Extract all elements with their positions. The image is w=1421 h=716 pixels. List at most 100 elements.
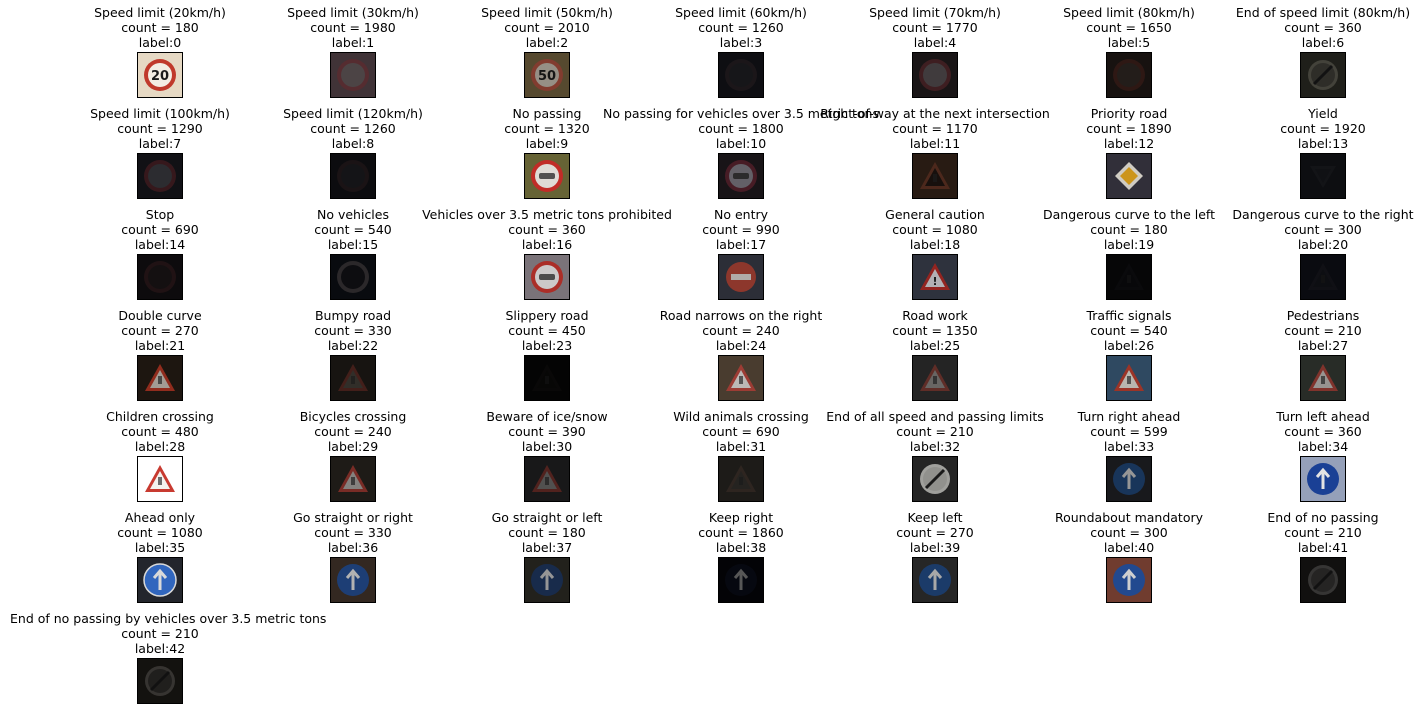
sign-thumbnail bbox=[912, 355, 958, 401]
straight-or-right-sign-icon bbox=[331, 558, 375, 602]
sign-class-count: count = 210 bbox=[1284, 525, 1362, 540]
sign-thumbnail bbox=[137, 153, 183, 199]
sign-thumbnail bbox=[1106, 52, 1152, 98]
sign-thumbnail bbox=[1300, 557, 1346, 603]
sign-class-count: count = 210 bbox=[1284, 323, 1362, 338]
sign-class-label: label:27 bbox=[1297, 338, 1349, 353]
sign-class-label: label:41 bbox=[1297, 540, 1349, 555]
sign-class-cell: End of no passing by vehicles over 3.5 m… bbox=[10, 606, 327, 707]
bicycles-crossing-sign-icon bbox=[331, 457, 375, 501]
sign-class-cell: Turn left ahead count = 360 label:34 bbox=[1173, 404, 1421, 505]
sign-class-name: End of speed limit (80km/h) bbox=[1235, 5, 1411, 20]
sign-thumbnail bbox=[912, 557, 958, 603]
keep-left-sign-icon bbox=[913, 558, 957, 602]
sign-class-cell: End of no passing count = 210 label:41 bbox=[1173, 505, 1421, 606]
right-of-way-sign-icon bbox=[913, 154, 957, 198]
sign-thumbnail bbox=[137, 456, 183, 502]
sign-thumbnail bbox=[137, 355, 183, 401]
speed-limit-sign-icon bbox=[331, 154, 375, 198]
sign-class-cell: Dangerous curve to the right count = 300 l… bbox=[1173, 202, 1421, 303]
sign-thumbnail bbox=[1106, 355, 1152, 401]
children-crossing-sign-icon bbox=[138, 457, 182, 501]
straight-or-left-sign-icon bbox=[525, 558, 569, 602]
ahead-only-sign-icon bbox=[138, 558, 182, 602]
sign-thumbnail: 20 bbox=[137, 52, 183, 98]
sign-class-name: Pedestrians bbox=[1286, 308, 1360, 323]
sign-thumbnail bbox=[912, 52, 958, 98]
sign-thumbnail bbox=[330, 153, 376, 199]
speed-limit-sign-icon bbox=[719, 53, 763, 97]
sign-thumbnail bbox=[137, 658, 183, 704]
sign-class-label: label:13 bbox=[1297, 136, 1349, 151]
sign-thumbnail bbox=[330, 355, 376, 401]
speed-limit-sign-icon bbox=[138, 154, 182, 198]
speed-limit-sign-icon: 20 bbox=[138, 53, 182, 97]
wild-animals-sign-icon bbox=[719, 457, 763, 501]
sign-class-caption: End of no passing by vehicles over 3.5 m… bbox=[10, 611, 327, 656]
sign-thumbnail bbox=[1300, 254, 1346, 300]
priority-road-sign-icon bbox=[1107, 154, 1151, 198]
sign-thumbnail bbox=[718, 153, 764, 199]
sign-thumbnail bbox=[718, 355, 764, 401]
end-of-speed-limit-sign-icon bbox=[1301, 53, 1345, 97]
road-narrows-sign-icon bbox=[719, 356, 763, 400]
sign-thumbnail bbox=[718, 52, 764, 98]
sign-thumbnail bbox=[524, 153, 570, 199]
traffic-sign-class-grid: Speed limit (20km/h) count = 180 label:0 20… bbox=[0, 0, 1421, 716]
sign-class-count: count = 360 bbox=[1284, 20, 1362, 35]
sign-thumbnail bbox=[1300, 456, 1346, 502]
roundabout-sign-icon bbox=[1107, 558, 1151, 602]
sign-thumbnail bbox=[718, 557, 764, 603]
sign-thumbnail bbox=[1106, 557, 1152, 603]
end-of-limits-sign-icon bbox=[913, 457, 957, 501]
end-of-no-passing-sign-icon bbox=[1301, 558, 1345, 602]
sign-class-count: count = 300 bbox=[1284, 222, 1362, 237]
bumpy-road-sign-icon bbox=[331, 356, 375, 400]
no-passing-sign-icon bbox=[525, 154, 569, 198]
sign-thumbnail: 50 bbox=[524, 52, 570, 98]
sign-class-count: count = 360 bbox=[1284, 424, 1362, 439]
speed-limit-sign-icon: 50 bbox=[525, 53, 569, 97]
sign-class-cell: Pedestrians count = 210 label:27 bbox=[1173, 303, 1421, 404]
no-passing-trucks-sign-icon bbox=[719, 154, 763, 198]
sign-class-caption: End of speed limit (80km/h) count = 360 la… bbox=[1173, 5, 1421, 50]
sign-class-caption: End of no passing count = 210 label:41 bbox=[1173, 510, 1421, 555]
curve-left-sign-icon bbox=[1107, 255, 1151, 299]
sign-thumbnail bbox=[1106, 153, 1152, 199]
no-vehicles-sign-icon bbox=[331, 255, 375, 299]
stop-sign-icon bbox=[138, 255, 182, 299]
sign-thumbnail bbox=[718, 456, 764, 502]
yield-sign-icon bbox=[1301, 154, 1345, 198]
turn-right-sign-icon bbox=[1107, 457, 1151, 501]
sign-class-label: label:42 bbox=[134, 641, 186, 656]
speed-limit-sign-icon bbox=[331, 53, 375, 97]
no-trucks-sign-icon bbox=[525, 255, 569, 299]
sign-thumbnail bbox=[1106, 254, 1152, 300]
sign-thumbnail bbox=[1106, 456, 1152, 502]
speed-limit-sign-icon bbox=[913, 53, 957, 97]
turn-left-sign-icon bbox=[1301, 457, 1345, 501]
slippery-road-sign-icon bbox=[525, 356, 569, 400]
sign-class-name: Dangerous curve to the right bbox=[1232, 207, 1414, 222]
sign-class-caption: Dangerous curve to the right count = 300 l… bbox=[1173, 207, 1421, 252]
ice-snow-sign-icon bbox=[525, 457, 569, 501]
sign-class-cell: Yield count = 1920 label:13 bbox=[1173, 101, 1421, 202]
sign-thumbnail bbox=[137, 557, 183, 603]
sign-thumbnail bbox=[524, 456, 570, 502]
sign-class-count: count = 210 bbox=[121, 626, 199, 641]
sign-class-label: label:6 bbox=[1301, 35, 1345, 50]
sign-class-label: label:20 bbox=[1297, 237, 1349, 252]
sign-thumbnail bbox=[1300, 52, 1346, 98]
curve-right-sign-icon bbox=[1301, 255, 1345, 299]
sign-class-caption: Pedestrians count = 210 label:27 bbox=[1173, 308, 1421, 353]
sign-thumbnail bbox=[912, 456, 958, 502]
sign-thumbnail bbox=[330, 254, 376, 300]
double-curve-sign-icon bbox=[138, 356, 182, 400]
sign-thumbnail bbox=[524, 557, 570, 603]
sign-thumbnail bbox=[912, 153, 958, 199]
sign-class-caption: Yield count = 1920 label:13 bbox=[1173, 106, 1421, 151]
sign-thumbnail bbox=[137, 254, 183, 300]
speed-limit-sign-icon bbox=[1107, 53, 1151, 97]
sign-class-name: End of no passing by vehicles over 3.5 m… bbox=[10, 611, 327, 626]
road-work-sign-icon bbox=[913, 356, 957, 400]
